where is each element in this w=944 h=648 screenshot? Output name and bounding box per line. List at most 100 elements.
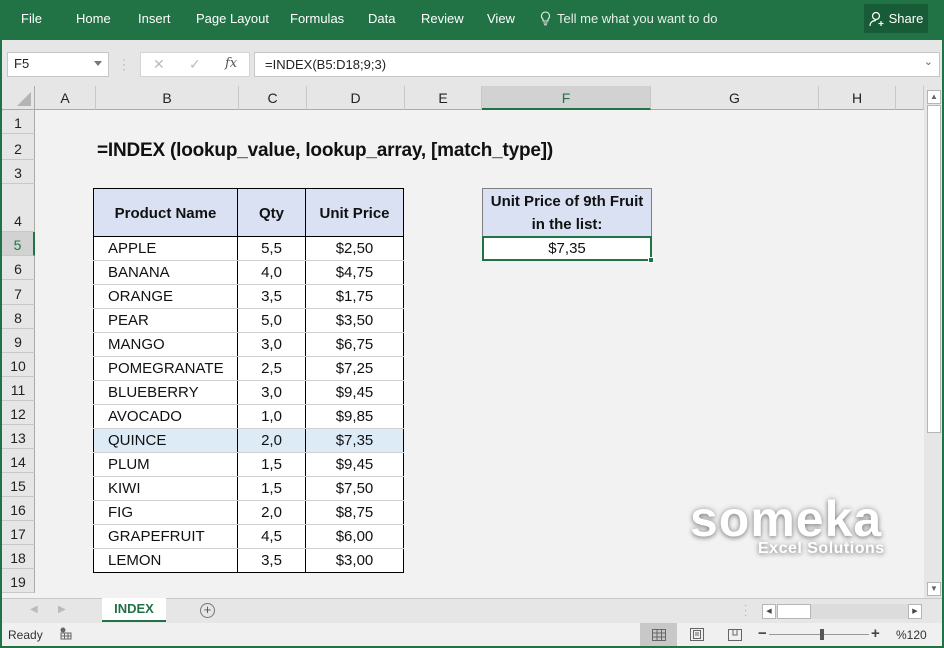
share-button[interactable]: Share: [864, 4, 928, 33]
page-layout-view-button[interactable]: [678, 623, 715, 646]
qty-cell[interactable]: 3,5: [237, 548, 306, 573]
row-header-8[interactable]: 8: [2, 305, 35, 329]
row-header-15[interactable]: 15: [2, 473, 35, 497]
unit-price-cell[interactable]: $7,50: [305, 476, 404, 501]
row-header-3[interactable]: 3: [2, 160, 35, 184]
unit-price-cell[interactable]: $9,45: [305, 380, 404, 405]
vertical-scroll-thumb[interactable]: [927, 105, 941, 433]
qty-cell[interactable]: 1,5: [237, 452, 306, 477]
tab-view[interactable]: View: [487, 11, 515, 26]
qty-cell[interactable]: 4,5: [237, 524, 306, 549]
product-name-cell[interactable]: MANGO: [93, 332, 238, 357]
qty-cell[interactable]: 1,5: [237, 476, 306, 501]
result-label-cell[interactable]: Unit Price of 9th Fruit in the list:: [482, 188, 652, 236]
zoom-slider[interactable]: [769, 634, 869, 635]
product-name-cell[interactable]: BLUEBERRY: [93, 380, 238, 405]
qty-cell[interactable]: 5,5: [237, 236, 306, 261]
unit-price-cell[interactable]: $3,00: [305, 548, 404, 573]
tab-insert[interactable]: Insert: [138, 11, 171, 26]
scroll-up-icon[interactable]: ▲: [927, 90, 941, 104]
row-header-7[interactable]: 7: [2, 280, 35, 305]
tell-me-search[interactable]: Tell me what you want to do: [540, 11, 717, 26]
horizontal-scroll-thumb[interactable]: [777, 604, 811, 619]
qty-cell[interactable]: 2,0: [237, 428, 306, 453]
column-header-c[interactable]: C: [239, 86, 307, 110]
unit-price-cell[interactable]: $8,75: [305, 500, 404, 525]
unit-price-cell[interactable]: $9,85: [305, 404, 404, 429]
unit-price-cell[interactable]: $9,45: [305, 452, 404, 477]
fill-handle[interactable]: [648, 257, 654, 263]
scroll-left-icon[interactable]: ◀: [762, 604, 776, 619]
row-header-5[interactable]: 5: [2, 232, 35, 256]
product-name-cell[interactable]: FIG: [93, 500, 238, 525]
zoom-in-button[interactable]: +: [871, 625, 880, 642]
row-header-16[interactable]: 16: [2, 497, 35, 521]
tab-split-handle[interactable]: · · ·: [744, 601, 747, 621]
unit-price-cell[interactable]: $1,75: [305, 284, 404, 309]
column-header-f[interactable]: F: [482, 86, 651, 110]
product-name-cell[interactable]: LEMON: [93, 548, 238, 573]
unit-price-cell[interactable]: $7,35: [305, 428, 404, 453]
select-all-button[interactable]: [2, 86, 35, 110]
row-header-6[interactable]: 6: [2, 256, 35, 280]
tab-review[interactable]: Review: [421, 11, 464, 26]
confirm-icon[interactable]: ✓: [189, 56, 201, 73]
row-header-1[interactable]: 1: [2, 110, 35, 134]
product-name-cell[interactable]: PLUM: [93, 452, 238, 477]
page-break-view-button[interactable]: [716, 623, 753, 646]
zoom-out-button[interactable]: −: [758, 625, 767, 642]
unit-price-cell[interactable]: $4,75: [305, 260, 404, 285]
tab-file[interactable]: File: [21, 11, 42, 26]
row-header-9[interactable]: 9: [2, 329, 35, 353]
column-header-a[interactable]: A: [35, 86, 96, 110]
column-header-g[interactable]: G: [651, 86, 819, 110]
qty-cell[interactable]: 2,0: [237, 500, 306, 525]
add-sheet-icon[interactable]: +: [200, 603, 215, 618]
column-header-e[interactable]: E: [405, 86, 482, 110]
product-name-cell[interactable]: APPLE: [93, 236, 238, 261]
row-header-13[interactable]: 13: [2, 425, 35, 449]
tab-formulas[interactable]: Formulas: [290, 11, 344, 26]
qty-cell[interactable]: 3,0: [237, 332, 306, 357]
row-header-19[interactable]: 19: [2, 569, 35, 593]
tab-data[interactable]: Data: [368, 11, 395, 26]
zoom-slider-thumb[interactable]: [820, 629, 824, 640]
unit-price-cell[interactable]: $3,50: [305, 308, 404, 333]
cancel-icon[interactable]: ✕: [153, 56, 165, 73]
scroll-right-icon[interactable]: ▶: [908, 604, 922, 619]
product-name-cell[interactable]: GRAPEFRUIT: [93, 524, 238, 549]
unit-price-cell[interactable]: $2,50: [305, 236, 404, 261]
row-header-18[interactable]: 18: [2, 545, 35, 569]
result-value-cell[interactable]: $7,35: [482, 236, 654, 263]
qty-cell[interactable]: 2,5: [237, 356, 306, 381]
insert-function-icon[interactable]: fx: [225, 56, 237, 71]
name-box[interactable]: F5: [7, 52, 109, 77]
column-header-b[interactable]: B: [96, 86, 239, 110]
next-sheet-icon[interactable]: ▶: [58, 604, 66, 615]
row-header-17[interactable]: 17: [2, 521, 35, 545]
unit-price-cell[interactable]: $6,75: [305, 332, 404, 357]
qty-cell[interactable]: 5,0: [237, 308, 306, 333]
horizontal-scrollbar[interactable]: ◀ ▶: [762, 604, 922, 619]
vertical-scrollbar[interactable]: ▲ ▼: [924, 86, 942, 598]
product-name-cell[interactable]: ORANGE: [93, 284, 238, 309]
resize-handle[interactable]: · · ·: [122, 53, 126, 75]
row-header-4[interactable]: 4: [2, 184, 35, 232]
column-header-h[interactable]: H: [819, 86, 896, 110]
formula-input[interactable]: =INDEX(B5:D18;9;3) ⌄: [254, 52, 940, 77]
qty-cell[interactable]: 3,5: [237, 284, 306, 309]
product-name-cell[interactable]: PEAR: [93, 308, 238, 333]
scroll-down-icon[interactable]: ▼: [927, 582, 941, 596]
prev-sheet-icon[interactable]: ◀: [30, 604, 38, 615]
expand-formula-bar-icon[interactable]: ⌄: [924, 55, 933, 68]
normal-view-button[interactable]: [640, 623, 677, 646]
qty-cell[interactable]: 4,0: [237, 260, 306, 285]
chevron-down-icon[interactable]: [94, 61, 102, 66]
tab-page-layout[interactable]: Page Layout: [196, 11, 269, 26]
qty-cell[interactable]: 3,0: [237, 380, 306, 405]
unit-price-cell[interactable]: $7,25: [305, 356, 404, 381]
zoom-level[interactable]: %120: [896, 628, 927, 642]
row-header-14[interactable]: 14: [2, 449, 35, 473]
unit-price-cell[interactable]: $6,00: [305, 524, 404, 549]
row-header-11[interactable]: 11: [2, 377, 35, 401]
